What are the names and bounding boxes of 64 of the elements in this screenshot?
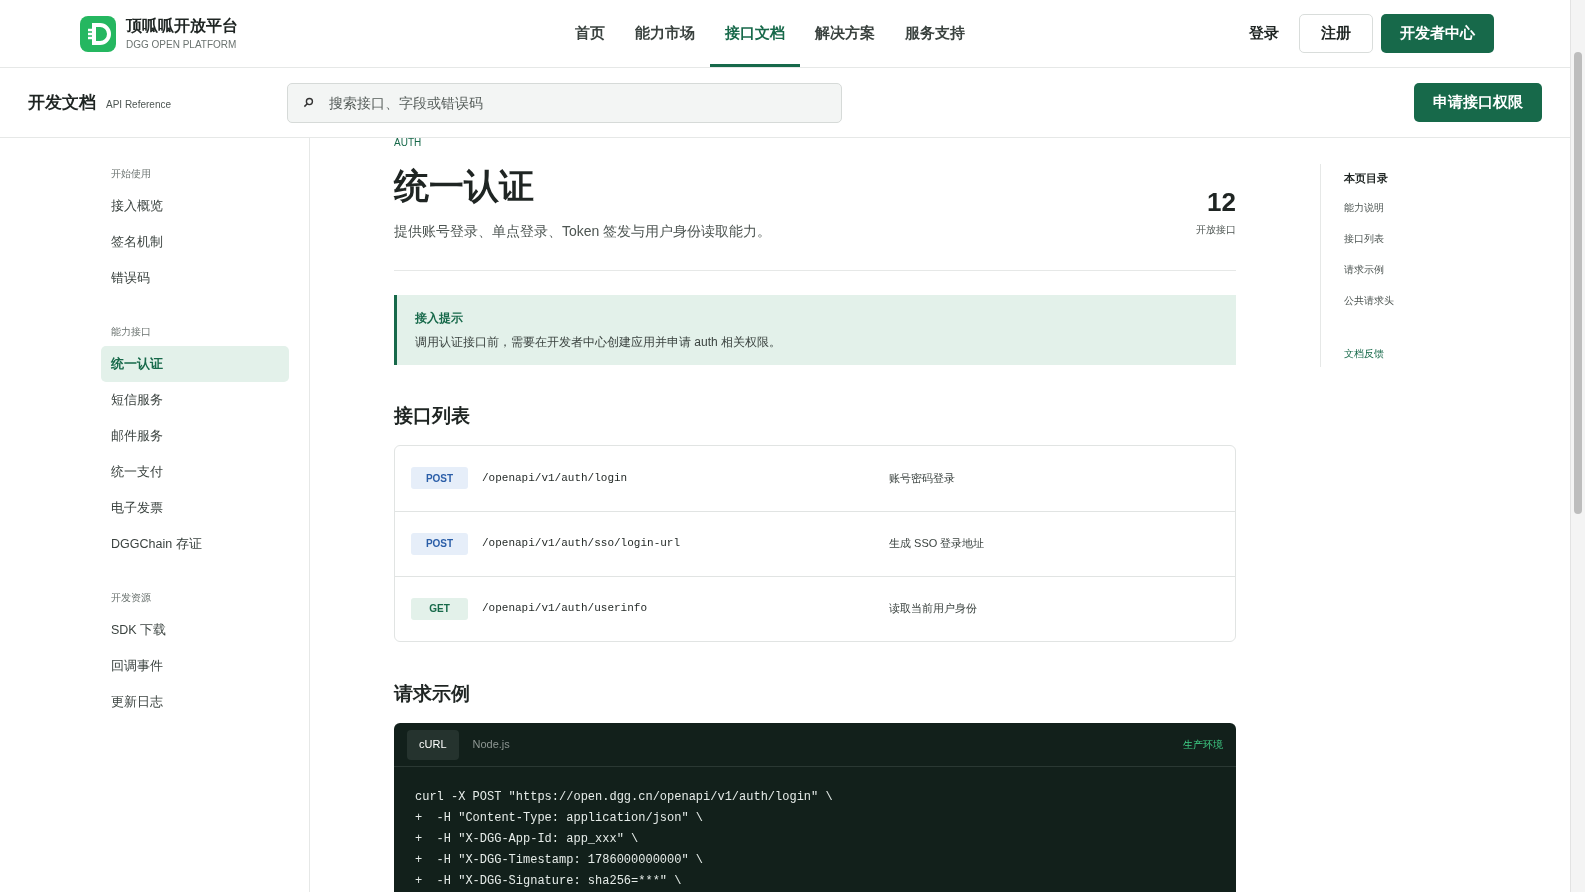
method-badge: POST xyxy=(411,467,468,489)
nav-tab[interactable]: 首页 xyxy=(560,0,620,67)
page-description: 提供账号登录、单点登录、Token 签发与用户身份读取能力。 xyxy=(394,222,772,241)
sidebar-item[interactable]: 电子发票 xyxy=(101,490,289,526)
toc-link[interactable]: 请求示例 xyxy=(1344,261,1394,277)
sidebar-group-label: 开始使用 xyxy=(111,167,152,181)
code-line: + -H "Content-Type: application/json" \ xyxy=(415,810,705,827)
section-heading: 接口列表 xyxy=(394,404,471,428)
environment-label: 生产环境 xyxy=(1183,738,1223,752)
method-badge: GET xyxy=(411,597,468,620)
code-tab[interactable]: cURL xyxy=(407,729,459,760)
endpoint-path[interactable]: /openapi/v1/auth/userinfo xyxy=(482,600,889,617)
docs-subtitle: API Reference xyxy=(106,98,172,112)
sidebar-item[interactable]: SDK 下载 xyxy=(101,612,289,648)
endpoint-description: 生成 SSO 登录地址 xyxy=(889,536,985,552)
stat-value: 12 xyxy=(1207,188,1236,216)
toc-link[interactable]: 能力说明 xyxy=(1344,199,1394,215)
login-link[interactable]: 登录 xyxy=(1249,22,1279,45)
endpoint-path[interactable]: /openapi/v1/auth/sso/login-url xyxy=(482,535,889,552)
search-icon xyxy=(303,96,315,108)
search-field[interactable]: 搜索接口、字段或错误码 xyxy=(287,82,843,123)
sidebar-item[interactable]: 回调事件 xyxy=(101,648,289,684)
apply-permission-button[interactable]: 申请接口权限 xyxy=(1414,83,1542,122)
endpoint-path[interactable]: /openapi/v1/auth/login xyxy=(482,469,889,487)
notice-text: 调用认证接口前，需要在开发者中心创建应用并申请 auth 相关权限。 xyxy=(415,334,783,351)
sidebar-item[interactable]: DGGChain 存证 xyxy=(101,526,289,562)
developer-center-button[interactable]: 开发者中心 xyxy=(1381,14,1494,53)
code-tab[interactable]: Node.js xyxy=(460,729,522,760)
endpoint-description: 读取当前用户身份 xyxy=(889,601,977,617)
nav-tab[interactable]: 能力市场 xyxy=(620,0,710,67)
brand-name: 顶呱呱开放平台 xyxy=(126,15,238,36)
scrollbar[interactable] xyxy=(1570,0,1585,892)
code-line: curl -X POST "https://open.dgg.cn/openapi/v1/auth/login" \ xyxy=(415,789,834,806)
toc-link[interactable]: 公共请求头 xyxy=(1344,292,1394,308)
toc-title: 本页目录 xyxy=(1344,171,1389,186)
page-title: 统一认证 xyxy=(394,165,535,207)
section-eyebrow: AUTH xyxy=(394,138,423,148)
code-line: + -H "X-DGG-Signature: sha256=***" \ xyxy=(415,873,683,890)
docs-title: 开发文档 xyxy=(28,91,96,114)
nav-tab[interactable]: 服务支持 xyxy=(890,0,980,67)
toc-link[interactable]: 接口列表 xyxy=(1344,230,1394,246)
register-button[interactable]: 注册 xyxy=(1299,14,1373,53)
logo-icon xyxy=(80,15,116,52)
feedback-link[interactable]: 文档反馈 xyxy=(1344,345,1394,361)
notice-title: 接入提示 xyxy=(415,310,464,327)
stat-label: 开放接口 xyxy=(1196,223,1236,237)
sidebar-item[interactable]: 统一支付 xyxy=(101,454,289,490)
endpoint-description: 账号密码登录 xyxy=(889,470,955,486)
sidebar-item[interactable]: 签名机制 xyxy=(101,224,289,260)
sidebar-item[interactable]: 统一认证 xyxy=(101,346,289,382)
code-line: + -H "X-DGG-App-Id: app_xxx" \ xyxy=(415,831,640,848)
sidebar-item[interactable]: 接入概览 xyxy=(101,188,289,224)
brand-subtitle: DGG OPEN PLATFORM xyxy=(126,37,238,52)
sidebar-item[interactable]: 邮件服务 xyxy=(101,418,289,454)
code-line: + -H "X-DGG-Timestamp: 1786000000000" \ xyxy=(415,852,705,869)
sidebar-group-label: 开发资源 xyxy=(111,591,152,605)
section-heading: 请求示例 xyxy=(394,681,471,706)
sidebar-item[interactable]: 错误码 xyxy=(101,260,289,296)
nav-tab[interactable]: 接口文档 xyxy=(710,0,800,67)
sidebar-item[interactable]: 短信服务 xyxy=(101,382,289,418)
nav-tab[interactable]: 解决方案 xyxy=(800,0,890,67)
method-badge: POST xyxy=(411,532,468,555)
sidebar-item[interactable]: 更新日志 xyxy=(101,684,289,720)
sidebar-group-label: 能力接口 xyxy=(111,325,152,339)
